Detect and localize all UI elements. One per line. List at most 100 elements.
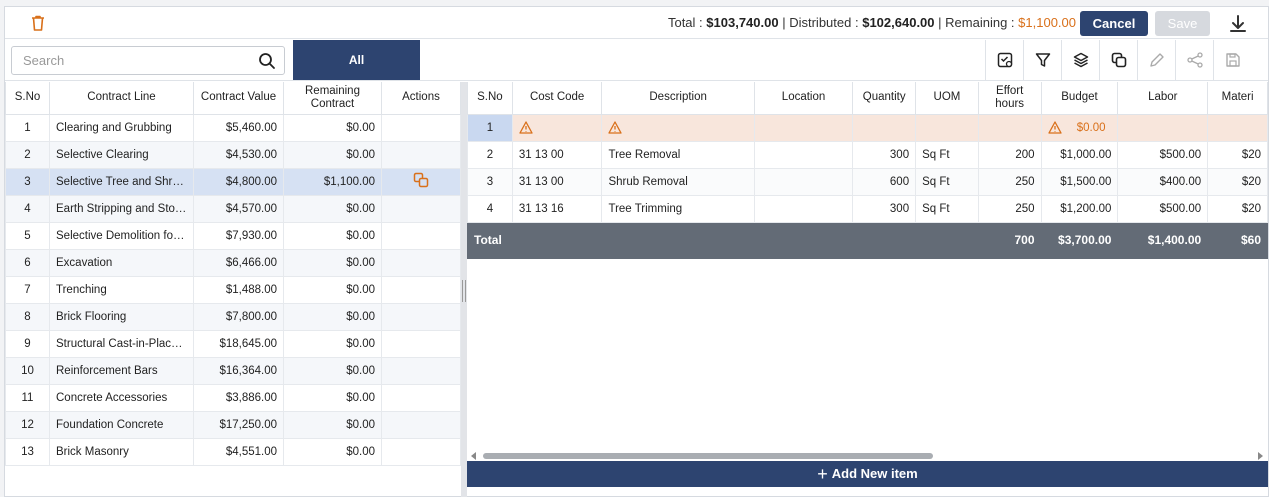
cancel-button[interactable]: Cancel: [1080, 11, 1148, 36]
table-row[interactable]: 12 Foundation Concrete $17,250.00 $0.00: [5, 410, 461, 439]
copy-tool[interactable]: [1099, 40, 1137, 80]
table-row[interactable]: 13 Brick Masonry $4,551.00 $0.00: [5, 437, 461, 466]
location-cell[interactable]: [753, 194, 854, 223]
description-cell[interactable]: Tree Trimming: [601, 194, 755, 223]
effort-cell[interactable]: 200: [977, 140, 1042, 169]
description-cell[interactable]: Tree Removal: [601, 140, 755, 169]
contract-line-cell[interactable]: Foundation Concrete: [49, 410, 194, 439]
contract-line-cell[interactable]: Structural Cast-in-Place ...: [49, 329, 194, 358]
table-row[interactable]: 5 Selective Demolition for ... $7,930.00 $0…: [5, 221, 461, 250]
contract-line-cell[interactable]: Concrete Accessories: [49, 383, 194, 412]
effort-cell[interactable]: 250: [977, 194, 1042, 223]
scrollbar-thumb[interactable]: [483, 453, 933, 459]
col-sno[interactable]: S.No: [467, 82, 513, 115]
table-row[interactable]: 2 31 13 00 Tree Removal 300 Sq Ft 200 $1,000.0…: [467, 140, 1268, 169]
table-row-warning[interactable]: 1 $0.00: [467, 113, 1268, 142]
share-tool[interactable]: [1175, 40, 1213, 80]
table-row[interactable]: 11 Concrete Accessories $3,886.00 $0.00: [5, 383, 461, 412]
material-cell[interactable]: [1207, 113, 1268, 142]
table-row[interactable]: 1 Clearing and Grubbing $5,460.00 $0.00: [5, 113, 461, 142]
search-input[interactable]: [13, 48, 243, 73]
location-cell[interactable]: [753, 140, 854, 169]
table-row[interactable]: 8 Brick Flooring $7,800.00 $0.00: [5, 302, 461, 331]
save-button[interactable]: Save: [1155, 11, 1210, 36]
contract-line-cell[interactable]: Selective Demolition for ...: [49, 221, 194, 250]
budget-cell[interactable]: $1,000.00: [1040, 140, 1119, 169]
tab-all[interactable]: All: [293, 40, 420, 80]
quantity-cell[interactable]: 600: [852, 167, 917, 196]
labor-cell[interactable]: $400.00: [1117, 167, 1209, 196]
save-tool[interactable]: [1213, 40, 1251, 80]
material-cell[interactable]: $20: [1207, 167, 1268, 196]
labor-cell[interactable]: [1117, 113, 1209, 142]
effort-cell[interactable]: [977, 113, 1042, 142]
col-budget[interactable]: Budget: [1040, 82, 1119, 115]
contract-line-cell[interactable]: Reinforcement Bars: [49, 356, 194, 385]
table-row[interactable]: 6 Excavation $6,466.00 $0.00: [5, 248, 461, 277]
table-row[interactable]: 9 Structural Cast-in-Place ... $18,645.00 $…: [5, 329, 461, 358]
scroll-left-arrow[interactable]: [471, 452, 476, 460]
table-row[interactable]: 2 Selective Clearing $4,530.00 $0.00: [5, 140, 461, 169]
contract-line-cell[interactable]: Earth Stripping and Stock...: [49, 194, 194, 223]
col-remaining-contract[interactable]: Remaining Contract: [283, 82, 382, 115]
table-row[interactable]: 4 Earth Stripping and Stock... $4,570.00 $0…: [5, 194, 461, 223]
quantity-cell[interactable]: [852, 113, 917, 142]
col-cost-code[interactable]: Cost Code: [511, 82, 603, 115]
table-row[interactable]: 4 31 13 16 Tree Trimming 300 Sq Ft 250 $1,200.…: [467, 194, 1268, 223]
quantity-cell[interactable]: 300: [852, 194, 917, 223]
budget-cell[interactable]: $1,200.00: [1040, 194, 1119, 223]
uom-cell[interactable]: Sq Ft: [915, 167, 979, 196]
checklist-tool[interactable]: [985, 40, 1023, 80]
cost-code-cell[interactable]: 31 13 16: [511, 194, 603, 223]
quantity-cell[interactable]: 300: [852, 140, 917, 169]
table-row[interactable]: 10 Reinforcement Bars $16,364.00 $0.00: [5, 356, 461, 385]
labor-cell[interactable]: $500.00: [1117, 140, 1209, 169]
material-cell[interactable]: $20: [1207, 140, 1268, 169]
uom-cell[interactable]: [915, 113, 979, 142]
col-contract-value[interactable]: Contract Value: [193, 82, 284, 115]
horizontal-scrollbar[interactable]: [467, 451, 1267, 461]
uom-cell[interactable]: Sq Ft: [915, 194, 979, 223]
table-row[interactable]: 7 Trenching $1,488.00 $0.00: [5, 275, 461, 304]
layers-tool[interactable]: [1061, 40, 1099, 80]
filter-tool[interactable]: [1023, 40, 1061, 80]
cost-code-cell[interactable]: [511, 113, 603, 142]
effort-cell[interactable]: 250: [977, 167, 1042, 196]
labor-cell[interactable]: $500.00: [1117, 194, 1209, 223]
location-cell[interactable]: [753, 113, 854, 142]
budget-cell[interactable]: $1,500.00: [1040, 167, 1119, 196]
contract-line-cell[interactable]: Clearing and Grubbing: [49, 113, 194, 142]
download-icon[interactable]: [1227, 13, 1249, 35]
contract-line-cell[interactable]: Excavation: [49, 248, 194, 277]
description-cell[interactable]: [601, 113, 755, 142]
col-material[interactable]: Materi: [1207, 82, 1268, 115]
contract-line-cell[interactable]: Trenching: [49, 275, 194, 304]
add-new-item-button[interactable]: + Add New item: [467, 461, 1268, 487]
description-cell[interactable]: Shrub Removal: [601, 167, 755, 196]
col-quantity[interactable]: Quantity: [852, 82, 917, 115]
col-contract-line[interactable]: Contract Line: [49, 82, 194, 115]
col-location[interactable]: Location: [753, 82, 854, 115]
search-icon[interactable]: [258, 52, 276, 70]
cost-code-cell[interactable]: 31 13 00: [511, 140, 603, 169]
uom-cell[interactable]: Sq Ft: [915, 140, 979, 169]
splitter-grip[interactable]: [462, 280, 466, 302]
budget-cell[interactable]: $0.00: [1040, 113, 1119, 142]
cost-code-cell[interactable]: 31 13 00: [511, 167, 603, 196]
col-labor[interactable]: Labor: [1117, 82, 1209, 115]
material-cell[interactable]: $20: [1207, 194, 1268, 223]
scroll-right-arrow[interactable]: [1258, 452, 1263, 460]
trash-icon[interactable]: [29, 14, 47, 32]
table-row[interactable]: 3 31 13 00 Shrub Removal 600 Sq Ft 250 $1,500.…: [467, 167, 1268, 196]
contract-line-cell[interactable]: Selective Clearing: [49, 140, 194, 169]
contract-line-cell[interactable]: Selective Tree and Shrub ...: [49, 167, 194, 196]
table-row[interactable]: 3 Selective Tree and Shrub ... $4,800.00 $1…: [5, 167, 461, 196]
edit-tool[interactable]: [1137, 40, 1175, 80]
col-uom[interactable]: UOM: [915, 82, 979, 115]
col-sno[interactable]: S.No: [5, 82, 50, 115]
col-description[interactable]: Description: [601, 82, 755, 115]
location-cell[interactable]: [753, 167, 854, 196]
contract-line-cell[interactable]: Brick Flooring: [49, 302, 194, 331]
copy-icon[interactable]: [413, 172, 429, 188]
col-effort-hours[interactable]: Effort hours: [977, 82, 1042, 115]
